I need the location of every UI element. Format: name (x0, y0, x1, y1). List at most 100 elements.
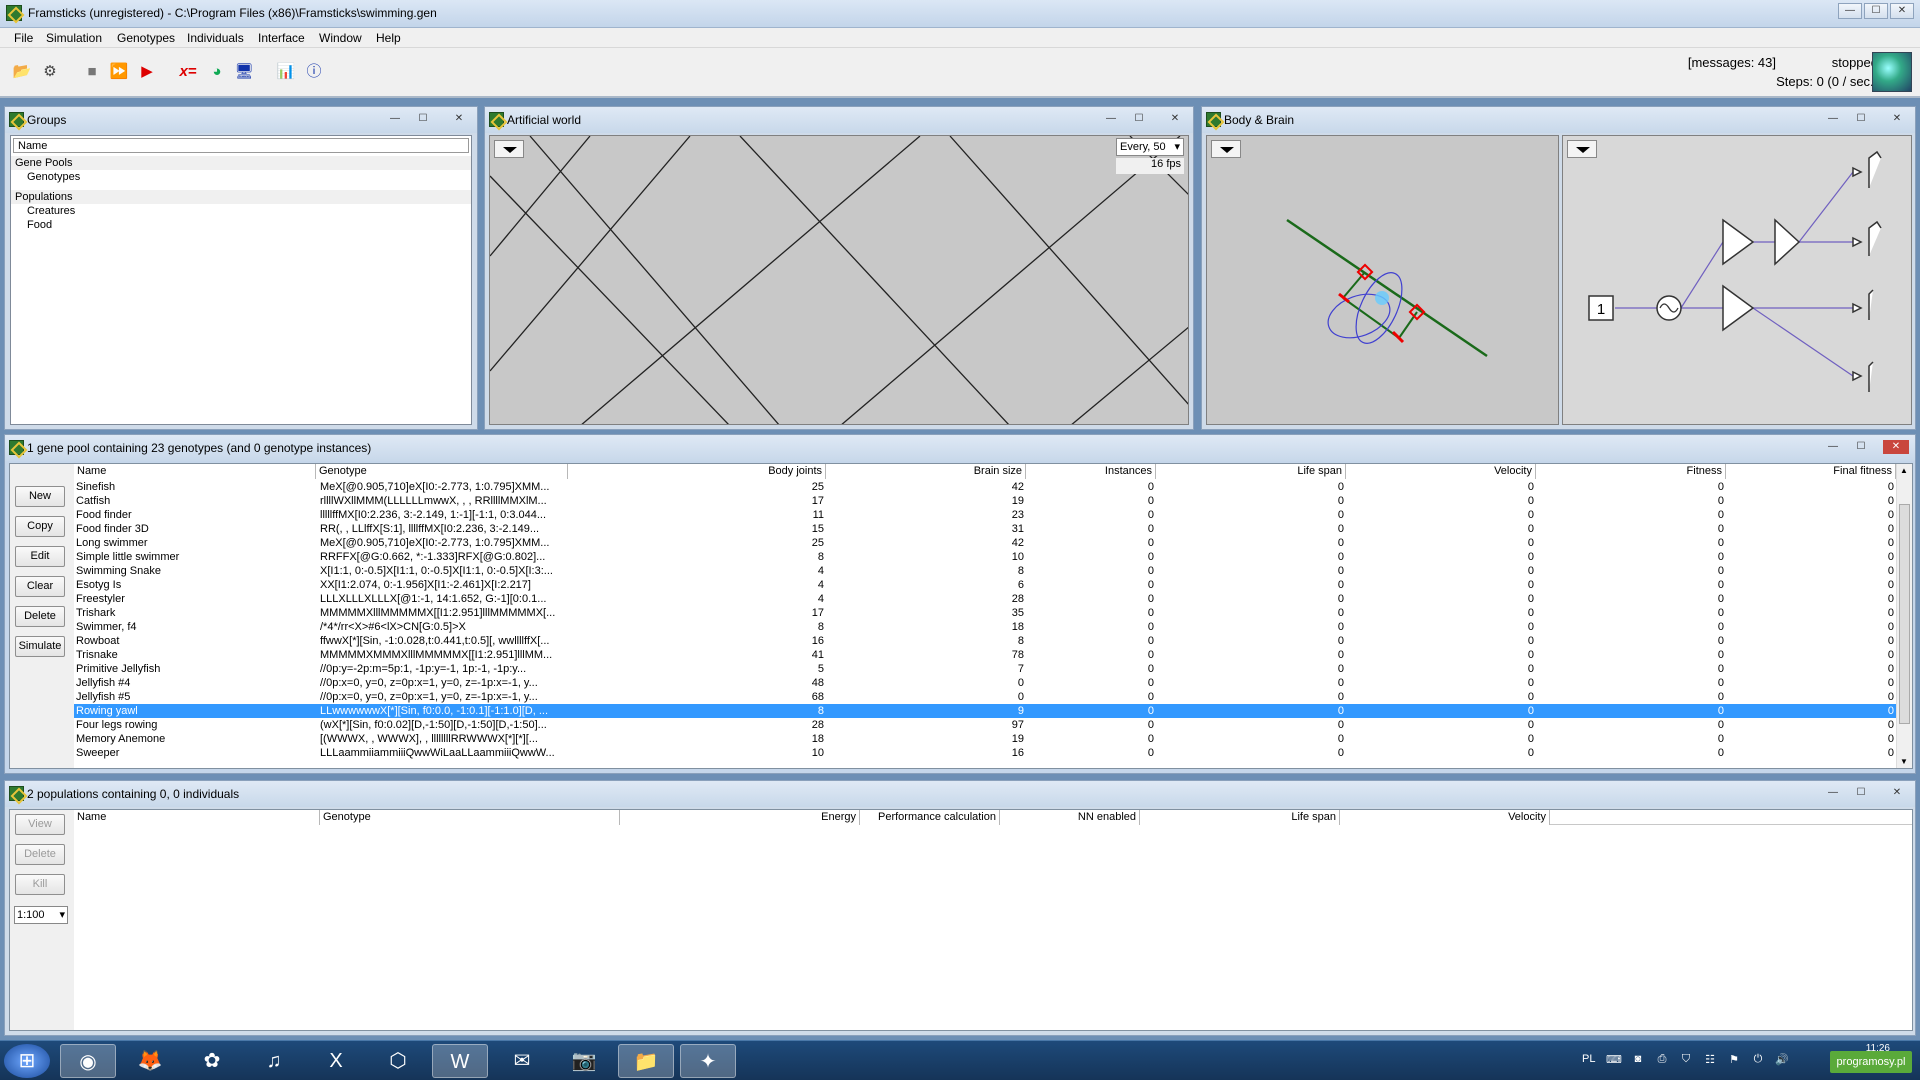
column-header-fitness[interactable]: Fitness (1536, 464, 1726, 479)
tray-printer-icon[interactable]: ⎙ (1654, 1053, 1670, 1069)
close-button[interactable]: ✕ (1165, 112, 1185, 126)
column-header-genotype[interactable]: Genotype (316, 464, 568, 479)
genotype-row[interactable]: Catfish rllllWXllMMM(LLLLLLmwwX, , , RRll… (74, 494, 1896, 508)
clear-genotype-button[interactable]: Clear (15, 576, 65, 597)
genotype-row[interactable]: Food finder lllllffMX[I0:2.236, 3:-2.149,… (74, 508, 1896, 522)
open-icon[interactable]: 📂 (10, 60, 34, 84)
genotype-row[interactable]: Long swimmer MeX[@0.905,710]eX[I0:-2.773,… (74, 536, 1896, 550)
tray-keyboard-icon[interactable]: ⌨ (1606, 1053, 1622, 1069)
framsticks-icon[interactable]: ✦ (680, 1044, 736, 1078)
genotype-row[interactable]: Trishark MMMMMXlllMMMMMX[[I1:2.951]lllMMM… (74, 606, 1896, 620)
maximize-button[interactable]: ☐ (413, 112, 433, 126)
chrome-icon[interactable]: ◉ (60, 1044, 116, 1078)
view-population-button[interactable]: View (15, 814, 65, 835)
tray-flag-icon[interactable]: ⚑ (1726, 1053, 1742, 1069)
refresh-rate-select[interactable]: Every, 50 ▾ (1116, 138, 1184, 156)
population-column-nn-enabled[interactable]: NN enabled (1000, 810, 1140, 825)
column-header-name[interactable]: Name (74, 464, 316, 479)
info-icon[interactable]: ⓘ (302, 60, 326, 84)
groups-item-populations[interactable]: Populations (11, 190, 471, 204)
minimize-button[interactable]: — (1101, 112, 1121, 126)
maximize-button[interactable]: ☐ (1864, 3, 1888, 19)
close-button[interactable]: ✕ (449, 112, 469, 126)
brain-view[interactable]: 1 (1562, 135, 1912, 425)
genotype-row[interactable]: Sinefish MeX[@0.905,710]eX[I0:-2.773, 1:0… (74, 480, 1896, 494)
copy-genotype-button[interactable]: Copy (15, 516, 65, 537)
genotype-row[interactable]: Memory Anemone [(WWWX, , WWWX], , lllllll… (74, 732, 1896, 746)
menu-help[interactable]: Help (376, 31, 401, 45)
menu-genotypes[interactable]: Genotypes (117, 31, 175, 45)
scrollbar-thumb[interactable] (1899, 504, 1910, 724)
world-view[interactable]: Every, 50 ▾ 16 fps (489, 135, 1189, 425)
step-icon[interactable]: ⏩ (107, 60, 131, 84)
windows-start-icon[interactable]: ⊞ (4, 1044, 50, 1078)
new-genotype-button[interactable]: New (15, 486, 65, 507)
tray-shield-icon[interactable]: ⛉ (1678, 1053, 1694, 1069)
minimize-button[interactable]: — (385, 112, 405, 126)
delete-population-button[interactable]: Delete (15, 844, 65, 865)
genotype-row[interactable]: Esotyg Is XX[I1:2.074, 0:-1.956]X[I1:-2.4… (74, 578, 1896, 592)
camera-icon[interactable]: 📷 (556, 1044, 612, 1078)
tray-volume-icon[interactable]: 🔊 (1774, 1053, 1790, 1069)
stop-icon[interactable]: ■ (80, 60, 104, 84)
monitor-icon[interactable]: 🖥 (232, 60, 256, 84)
body-view-menu-button[interactable] (1211, 140, 1241, 158)
tray-network-icon[interactable]: ☷ (1702, 1053, 1718, 1069)
genotype-row[interactable]: Sweeper LLLaammiiammiiiQwwWiLaaLLaammiiiQ… (74, 746, 1896, 760)
world-view-menu-button[interactable] (494, 140, 524, 158)
population-column-life-span[interactable]: Life span (1140, 810, 1340, 825)
population-column-performance-calculation[interactable]: Performance calculation (860, 810, 1000, 825)
minimize-button[interactable]: — (1823, 786, 1843, 800)
histogram-icon[interactable]: 📊 (274, 60, 298, 84)
column-header-final-fitness[interactable]: Final fitness (1726, 464, 1896, 479)
close-button[interactable]: ✕ (1887, 786, 1907, 800)
menu-file[interactable]: File (14, 31, 33, 45)
column-header-brain-size[interactable]: Brain size (826, 464, 1026, 479)
population-column-energy[interactable]: Energy (620, 810, 860, 825)
tray-power-icon[interactable]: ⏻ (1750, 1053, 1766, 1069)
maximize-button[interactable]: ☐ (1851, 112, 1871, 126)
body-view[interactable] (1206, 135, 1559, 425)
itunes-icon[interactable]: ♫ (246, 1044, 302, 1078)
maximize-button[interactable]: ☐ (1851, 440, 1871, 454)
column-header-life-span[interactable]: Life span (1156, 464, 1346, 479)
edit-genotype-button[interactable]: Edit (15, 546, 65, 567)
genotype-row[interactable]: Swimmer, f4 /*4*/rr<X>#6<lX>CN[G:0.5]>X 8 1… (74, 620, 1896, 634)
groups-header-name[interactable]: Name (13, 138, 469, 153)
zoom-select[interactable]: 1:100 ▾ (14, 906, 68, 924)
column-header-instances[interactable]: Instances (1026, 464, 1156, 479)
formula-icon[interactable]: x= (176, 60, 200, 84)
close-button[interactable]: ✕ (1890, 3, 1914, 19)
column-header-body-joints[interactable]: Body joints (568, 464, 826, 479)
genotype-row[interactable]: Swimming Snake X[I1:1, 0:-0.5]X[I1:1, 0:-… (74, 564, 1896, 578)
close-button[interactable]: ✕ (1883, 440, 1909, 454)
groups-item-food[interactable]: Food (11, 218, 471, 232)
word-icon[interactable]: W (432, 1044, 488, 1078)
chart-icon[interactable]: ◕ (205, 60, 229, 84)
population-column-velocity[interactable]: Velocity (1340, 810, 1550, 825)
groups-item-genotypes[interactable]: Genotypes (11, 170, 471, 184)
groups-item-gene-pools[interactable]: Gene Pools (11, 156, 471, 170)
genotype-row[interactable]: Trisnake MMMMMXMMMXlllMMMMMX[[I1:2.951]ll… (74, 648, 1896, 662)
menu-individuals[interactable]: Individuals (187, 31, 244, 45)
maximize-button[interactable]: ☐ (1129, 112, 1149, 126)
menu-simulation[interactable]: Simulation (46, 31, 102, 45)
genotype-row[interactable]: Jellyfish #5 //0p:x=0, y=0, z=0p:x=1, y=0… (74, 690, 1896, 704)
genotype-row[interactable]: Rowing yawl LLwwwwwwX[*][Sin, f0:0.0, -1:… (74, 704, 1896, 718)
scroll-up-icon[interactable]: ▲ (1900, 466, 1908, 475)
delete-genotype-button[interactable]: Delete (15, 606, 65, 627)
language-indicator[interactable]: PL (1582, 1053, 1595, 1065)
population-column-name[interactable]: Name (74, 810, 320, 825)
thunderbird-icon[interactable]: ✉ (494, 1044, 550, 1078)
maximize-button[interactable]: ☐ (1851, 786, 1871, 800)
menu-window[interactable]: Window (319, 31, 362, 45)
population-column-genotype[interactable]: Genotype (320, 810, 620, 825)
excel-icon[interactable]: X (308, 1044, 364, 1078)
minimize-button[interactable]: — (1823, 440, 1843, 454)
genotype-row[interactable]: Jellyfish #4 //0p:x=0, y=0, z=0p:x=1, y=0… (74, 676, 1896, 690)
groups-item-creatures[interactable]: Creatures (11, 204, 471, 218)
simulate-genotype-button[interactable]: Simulate (15, 636, 65, 657)
genotype-row[interactable]: Rowboat ffwwX[*][Sin, -1:0.028,t:0.441,t:… (74, 634, 1896, 648)
genotype-row[interactable]: Primitive Jellyfish //0p:y=-2p:m=5p:1, -1… (74, 662, 1896, 676)
minimize-button[interactable]: — (1823, 112, 1843, 126)
